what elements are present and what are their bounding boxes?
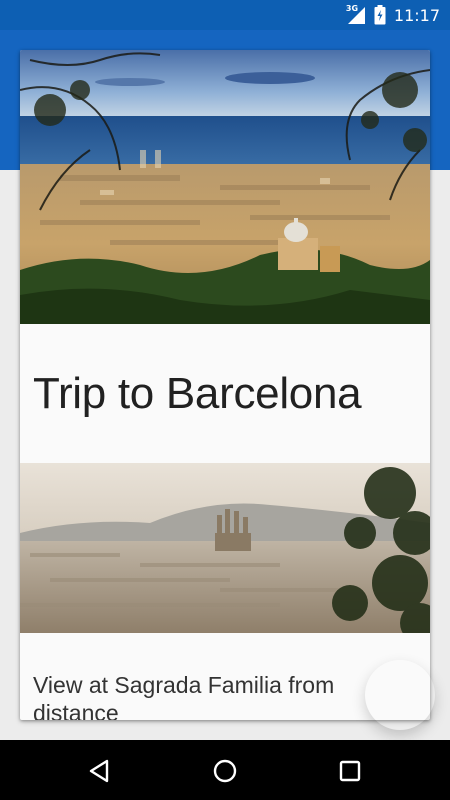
network-type-label: 3G <box>345 4 359 13</box>
status-bar: 3G 11:17 <box>0 0 450 30</box>
recent-square-icon[interactable] <box>336 757 364 785</box>
signal-icon: 3G <box>345 4 366 25</box>
home-circle-icon[interactable] <box>211 757 239 785</box>
floating-action-button[interactable] <box>365 660 435 730</box>
battery-icon <box>374 5 386 25</box>
card-title-area: Trip to Barcelona <box>20 324 430 463</box>
trip-card[interactable]: Trip to Barcelona View at Sagrada Famili… <box>20 50 430 720</box>
sagrada-familia-photo <box>20 463 430 633</box>
status-icons: 3G 11:17 <box>345 4 440 25</box>
back-triangle-icon[interactable] <box>86 757 114 785</box>
navigation-bar <box>0 740 450 800</box>
status-clock: 11:17 <box>393 5 440 25</box>
barcelona-city-photo <box>20 50 430 324</box>
card-title: Trip to Barcelona <box>33 368 362 418</box>
